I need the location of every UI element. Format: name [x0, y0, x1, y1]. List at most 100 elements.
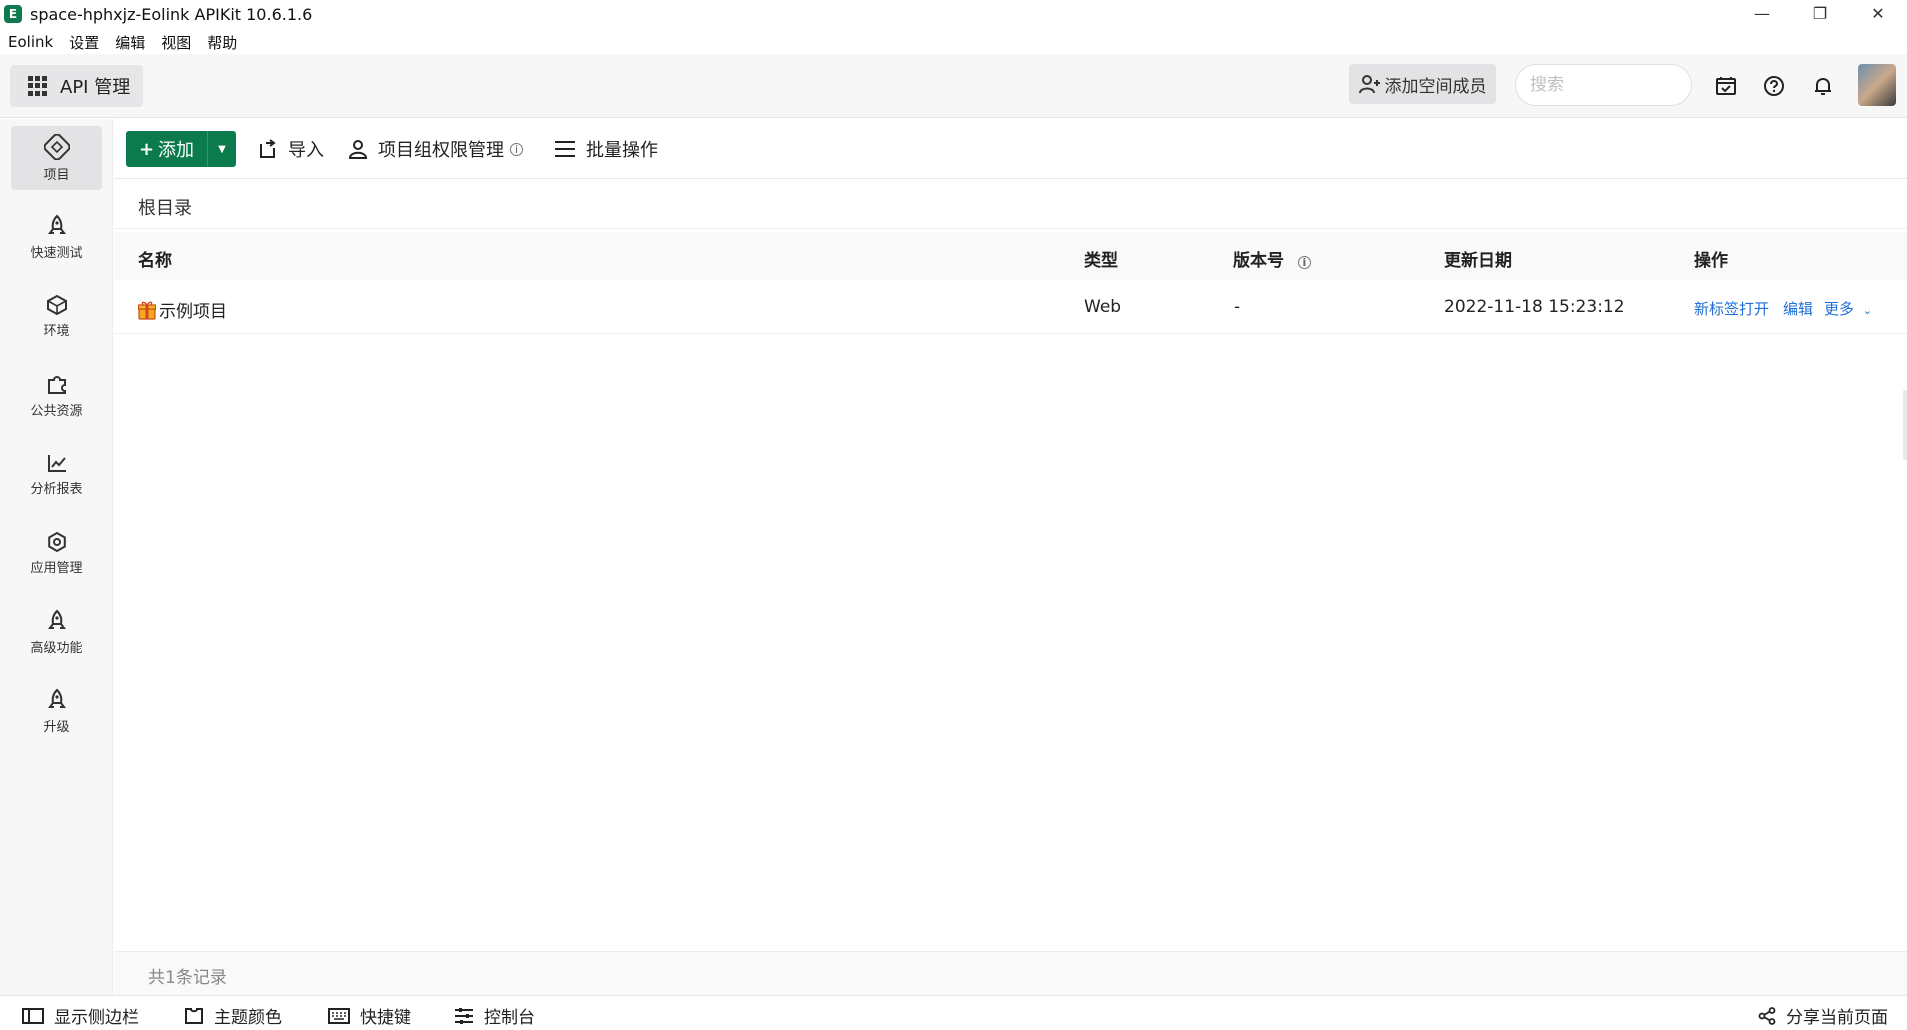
bell-icon[interactable] [1809, 72, 1837, 100]
menu-item-view[interactable]: 视图 [161, 32, 191, 53]
puzzle-icon [47, 375, 66, 394]
menu-item-eolink[interactable]: Eolink [8, 33, 53, 51]
sidebar-item-app-management[interactable]: 应用管理 [11, 521, 102, 585]
search-input[interactable] [1515, 64, 1692, 106]
column-header-name[interactable]: 名称 [138, 246, 172, 271]
sidebar-item-label: 环境 [43, 323, 70, 339]
theme-color-label: 主题颜色 [214, 1008, 282, 1028]
import-button[interactable]: 导入 [258, 131, 324, 167]
open-new-tab-link[interactable]: 新标签打开 [1694, 298, 1769, 319]
sidebar-item-advanced[interactable]: 高级功能 [11, 600, 102, 664]
plus-icon: + [138, 138, 155, 160]
sidebar-item-label: 项目 [43, 167, 70, 183]
column-header-type[interactable]: 类型 [1084, 246, 1118, 271]
table-header: 名称 类型 版本号 i 更新日期 操作 [114, 232, 1907, 280]
share-icon [1758, 1006, 1776, 1025]
menu-item-help[interactable]: 帮助 [207, 32, 237, 53]
info-icon[interactable]: i [510, 142, 523, 156]
column-header-updated[interactable]: 更新日期 [1444, 246, 1512, 271]
theme-color-button[interactable]: 主题颜色 [184, 1003, 282, 1028]
permission-label: 项目组权限管理 [378, 140, 504, 161]
add-label: 添加 [158, 140, 195, 161]
sidebar-item-reports[interactable]: 分析报表 [11, 442, 102, 506]
user-icon [348, 140, 368, 159]
sidebar-item-quick-test[interactable]: 快速测试 [11, 205, 102, 269]
add-button-group: + 添加 ▼ [126, 131, 236, 167]
sidebar-item-label: 升级 [43, 719, 70, 735]
minimize-button[interactable]: — [1733, 0, 1791, 28]
share-page-label: 分享当前页面 [1786, 1008, 1888, 1028]
calendar-check-icon[interactable] [1712, 72, 1740, 100]
record-count-bar: 共1条记录 [114, 951, 1907, 995]
project-toolbar: + 添加 ▼ 导入 项目组权限管理 i 批量操作 [114, 119, 1907, 179]
sliders-icon [455, 1007, 473, 1024]
gear-icon [47, 531, 66, 552]
add-space-member-button[interactable]: 添加空间成员 [1349, 64, 1496, 104]
sidebar-item-upgrade[interactable]: 升级 [11, 679, 102, 743]
add-dropdown-button[interactable]: ▼ [208, 131, 236, 167]
window-controls: — ❐ ✕ [1733, 0, 1907, 28]
share-page-button[interactable]: 分享当前页面 [1758, 1003, 1888, 1028]
sidebar-item-label: 应用管理 [30, 560, 83, 576]
rocket-icon [47, 688, 66, 708]
sidebar-item-public-resources[interactable]: 公共资源 [11, 363, 102, 427]
sidebar-item-project[interactable]: 项目 [11, 126, 102, 190]
theme-icon [185, 1007, 203, 1024]
permission-management-button[interactable]: 项目组权限管理 i [348, 131, 523, 167]
app-window: E space-hphxjz-Eolink APIKit 10.6.1.6 — … [0, 0, 1907, 1030]
edit-link[interactable]: 编辑 [1783, 298, 1813, 319]
add-user-icon [1358, 75, 1380, 94]
project-name-cell[interactable]: 示例项目 [138, 297, 227, 322]
title-bar: E space-hphxjz-Eolink APIKit 10.6.1.6 — … [0, 0, 1907, 28]
gift-icon [138, 301, 156, 320]
keyboard-icon [328, 1007, 350, 1024]
user-avatar[interactable] [1858, 64, 1896, 106]
breadcrumb[interactable]: 根目录 [138, 194, 192, 220]
info-icon[interactable]: i [1297, 256, 1311, 269]
menu-item-edit[interactable]: 编辑 [115, 32, 145, 53]
column-header-actions: 操作 [1694, 251, 1728, 271]
divider [114, 228, 1907, 229]
status-bar: 显示侧边栏 主题颜色 快捷键 控制台 分享当前页面 [0, 995, 1907, 1030]
caret-down-icon: ▼ [218, 143, 226, 155]
add-member-label: 添加空间成员 [1384, 76, 1487, 97]
scrollbar[interactable] [1903, 390, 1907, 460]
shortcuts-button[interactable]: 快捷键 [328, 1003, 411, 1028]
project-icon [43, 133, 70, 160]
record-count: 共1条记录 [148, 968, 227, 988]
project-updated-cell: 2022-11-18 15:23:12 [1444, 297, 1625, 317]
module-switch-button[interactable]: API 管理 [10, 65, 143, 107]
sidebar-item-label: 公共资源 [30, 403, 83, 419]
show-sidebar-label: 显示侧边栏 [54, 1008, 139, 1028]
menu-bar: Eolink 设置 编辑 视图 帮助 [0, 30, 253, 54]
chevron-down-icon: ⌄ [1862, 304, 1873, 317]
environment-icon [46, 294, 67, 315]
window-title: space-hphxjz-Eolink APIKit 10.6.1.6 [30, 4, 313, 24]
more-label: 更多 [1824, 300, 1855, 318]
sidebar-item-label: 快速测试 [30, 245, 83, 261]
import-icon [260, 139, 276, 158]
sidebar-item-label: 高级功能 [30, 640, 83, 656]
shortcuts-label: 快捷键 [360, 1008, 411, 1028]
app-logo-icon: E [4, 5, 22, 23]
sidebar-item-environment[interactable]: 环境 [11, 284, 102, 348]
batch-label: 批量操作 [586, 140, 658, 161]
menu-item-settings[interactable]: 设置 [69, 32, 99, 53]
console-label: 控制台 [484, 1008, 535, 1028]
column-header-version-label: 版本号 [1233, 251, 1284, 271]
console-button[interactable]: 控制台 [454, 1003, 535, 1028]
sidebar-item-label: 分析报表 [30, 481, 83, 497]
rocket-icon [47, 214, 66, 234]
table-row[interactable]: 示例项目 Web - 2022-11-18 15:23:12 新标签打开 编辑 … [114, 282, 1907, 334]
restore-button[interactable]: ❐ [1791, 0, 1849, 28]
batch-operation-button[interactable]: 批量操作 [554, 131, 658, 167]
add-button[interactable]: + 添加 [126, 131, 208, 167]
project-name: 示例项目 [159, 302, 227, 322]
show-sidebar-button[interactable]: 显示侧边栏 [22, 1003, 139, 1028]
column-header-version[interactable]: 版本号 i [1233, 246, 1311, 271]
more-dropdown[interactable]: 更多 ⌄ [1824, 298, 1872, 319]
help-icon[interactable] [1760, 72, 1788, 100]
close-button[interactable]: ✕ [1849, 0, 1907, 28]
project-version-cell: - [1234, 297, 1241, 317]
rocket-icon [47, 609, 66, 629]
